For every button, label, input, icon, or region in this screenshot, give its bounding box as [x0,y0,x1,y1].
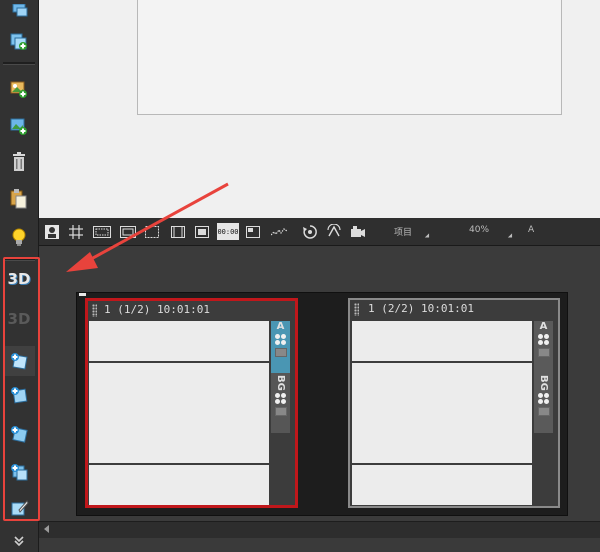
annotation-arrow-icon [66,182,229,272]
